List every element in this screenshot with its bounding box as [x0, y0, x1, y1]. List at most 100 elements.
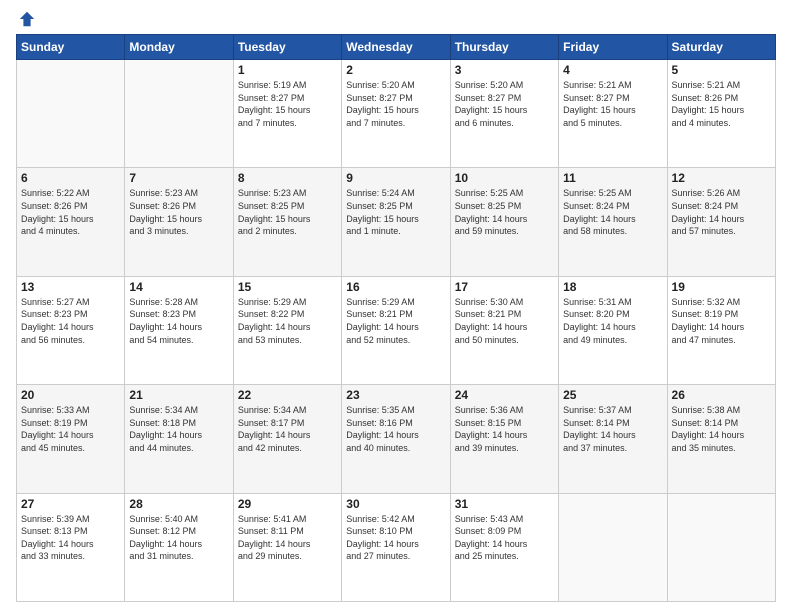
day-number: 3	[455, 63, 554, 77]
calendar-cell: 4 Sunrise: 5:21 AM Sunset: 8:27 PM Daylig…	[559, 60, 667, 168]
weekday-header-thursday: Thursday	[450, 35, 558, 60]
day-info: Sunrise: 5:43 AM Sunset: 8:09 PM Dayligh…	[455, 513, 554, 563]
day-info: Sunrise: 5:33 AM Sunset: 8:19 PM Dayligh…	[21, 404, 120, 454]
day-number: 18	[563, 280, 662, 294]
day-info: Sunrise: 5:21 AM Sunset: 8:27 PM Dayligh…	[563, 79, 662, 129]
day-info: Sunrise: 5:25 AM Sunset: 8:25 PM Dayligh…	[455, 187, 554, 237]
header	[16, 10, 776, 28]
day-info: Sunrise: 5:40 AM Sunset: 8:12 PM Dayligh…	[129, 513, 228, 563]
day-info: Sunrise: 5:29 AM Sunset: 8:21 PM Dayligh…	[346, 296, 445, 346]
calendar-cell: 10 Sunrise: 5:25 AM Sunset: 8:25 PM Dayli…	[450, 168, 558, 276]
day-info: Sunrise: 5:20 AM Sunset: 8:27 PM Dayligh…	[455, 79, 554, 129]
calendar-cell: 7 Sunrise: 5:23 AM Sunset: 8:26 PM Daylig…	[125, 168, 233, 276]
calendar-week-row: 27 Sunrise: 5:39 AM Sunset: 8:13 PM Dayli…	[17, 493, 776, 601]
calendar-cell: 23 Sunrise: 5:35 AM Sunset: 8:16 PM Dayli…	[342, 385, 450, 493]
calendar-cell: 9 Sunrise: 5:24 AM Sunset: 8:25 PM Daylig…	[342, 168, 450, 276]
calendar-week-row: 20 Sunrise: 5:33 AM Sunset: 8:19 PM Dayli…	[17, 385, 776, 493]
day-info: Sunrise: 5:36 AM Sunset: 8:15 PM Dayligh…	[455, 404, 554, 454]
day-number: 4	[563, 63, 662, 77]
weekday-header-sunday: Sunday	[17, 35, 125, 60]
weekday-header-wednesday: Wednesday	[342, 35, 450, 60]
day-info: Sunrise: 5:28 AM Sunset: 8:23 PM Dayligh…	[129, 296, 228, 346]
calendar-cell: 31Sunrise: 5:43 AM Sunset: 8:09 PM Dayli…	[450, 493, 558, 601]
day-info: Sunrise: 5:19 AM Sunset: 8:27 PM Dayligh…	[238, 79, 337, 129]
calendar-cell: 27 Sunrise: 5:39 AM Sunset: 8:13 PM Dayli…	[17, 493, 125, 601]
calendar-cell: 16Sunrise: 5:29 AM Sunset: 8:21 PM Dayli…	[342, 276, 450, 384]
calendar-cell: 13 Sunrise: 5:27 AM Sunset: 8:23 PM Dayli…	[17, 276, 125, 384]
calendar-cell: 8 Sunrise: 5:23 AM Sunset: 8:25 PM Daylig…	[233, 168, 341, 276]
day-info: Sunrise: 5:22 AM Sunset: 8:26 PM Dayligh…	[21, 187, 120, 237]
calendar-cell	[17, 60, 125, 168]
calendar-cell: 15Sunrise: 5:29 AM Sunset: 8:22 PM Dayli…	[233, 276, 341, 384]
calendar-week-row: 6 Sunrise: 5:22 AM Sunset: 8:26 PM Daylig…	[17, 168, 776, 276]
calendar-cell: 20 Sunrise: 5:33 AM Sunset: 8:19 PM Dayli…	[17, 385, 125, 493]
day-number: 9	[346, 171, 445, 185]
calendar-cell: 14 Sunrise: 5:28 AM Sunset: 8:23 PM Dayli…	[125, 276, 233, 384]
calendar-cell: 21Sunrise: 5:34 AM Sunset: 8:18 PM Dayli…	[125, 385, 233, 493]
calendar-table: SundayMondayTuesdayWednesdayThursdayFrid…	[16, 34, 776, 602]
day-info: Sunrise: 5:34 AM Sunset: 8:17 PM Dayligh…	[238, 404, 337, 454]
day-info: Sunrise: 5:35 AM Sunset: 8:16 PM Dayligh…	[346, 404, 445, 454]
day-number: 8	[238, 171, 337, 185]
day-info: Sunrise: 5:26 AM Sunset: 8:24 PM Dayligh…	[672, 187, 771, 237]
calendar-cell: 2 Sunrise: 5:20 AM Sunset: 8:27 PM Daylig…	[342, 60, 450, 168]
page: SundayMondayTuesdayWednesdayThursdayFrid…	[0, 0, 792, 612]
day-number: 6	[21, 171, 120, 185]
day-number: 23	[346, 388, 445, 402]
logo-icon	[18, 10, 36, 28]
day-number: 30	[346, 497, 445, 511]
calendar-cell: 24 Sunrise: 5:36 AM Sunset: 8:15 PM Dayli…	[450, 385, 558, 493]
calendar-cell: 3 Sunrise: 5:20 AM Sunset: 8:27 PM Daylig…	[450, 60, 558, 168]
logo	[16, 10, 36, 28]
day-number: 24	[455, 388, 554, 402]
day-info: Sunrise: 5:32 AM Sunset: 8:19 PM Dayligh…	[672, 296, 771, 346]
day-number: 29	[238, 497, 337, 511]
day-number: 7	[129, 171, 228, 185]
calendar-cell	[125, 60, 233, 168]
day-number: 21	[129, 388, 228, 402]
calendar-cell: 12 Sunrise: 5:26 AM Sunset: 8:24 PM Dayli…	[667, 168, 775, 276]
day-info: Sunrise: 5:31 AM Sunset: 8:20 PM Dayligh…	[563, 296, 662, 346]
day-info: Sunrise: 5:41 AM Sunset: 8:11 PM Dayligh…	[238, 513, 337, 563]
day-number: 15	[238, 280, 337, 294]
calendar-cell: 1 Sunrise: 5:19 AM Sunset: 8:27 PM Daylig…	[233, 60, 341, 168]
day-info: Sunrise: 5:37 AM Sunset: 8:14 PM Dayligh…	[563, 404, 662, 454]
day-info: Sunrise: 5:20 AM Sunset: 8:27 PM Dayligh…	[346, 79, 445, 129]
day-info: Sunrise: 5:39 AM Sunset: 8:13 PM Dayligh…	[21, 513, 120, 563]
day-info: Sunrise: 5:23 AM Sunset: 8:26 PM Dayligh…	[129, 187, 228, 237]
day-number: 2	[346, 63, 445, 77]
calendar-cell	[667, 493, 775, 601]
weekday-header-monday: Monday	[125, 35, 233, 60]
day-number: 13	[21, 280, 120, 294]
weekday-header-saturday: Saturday	[667, 35, 775, 60]
day-number: 19	[672, 280, 771, 294]
day-number: 14	[129, 280, 228, 294]
day-info: Sunrise: 5:42 AM Sunset: 8:10 PM Dayligh…	[346, 513, 445, 563]
day-info: Sunrise: 5:21 AM Sunset: 8:26 PM Dayligh…	[672, 79, 771, 129]
day-info: Sunrise: 5:30 AM Sunset: 8:21 PM Dayligh…	[455, 296, 554, 346]
day-info: Sunrise: 5:25 AM Sunset: 8:24 PM Dayligh…	[563, 187, 662, 237]
calendar-cell: 28Sunrise: 5:40 AM Sunset: 8:12 PM Dayli…	[125, 493, 233, 601]
day-number: 26	[672, 388, 771, 402]
day-number: 1	[238, 63, 337, 77]
calendar-cell: 22 Sunrise: 5:34 AM Sunset: 8:17 PM Dayli…	[233, 385, 341, 493]
calendar-cell: 5 Sunrise: 5:21 AM Sunset: 8:26 PM Daylig…	[667, 60, 775, 168]
calendar-cell: 18 Sunrise: 5:31 AM Sunset: 8:20 PM Dayli…	[559, 276, 667, 384]
day-number: 20	[21, 388, 120, 402]
calendar-cell: 29 Sunrise: 5:41 AM Sunset: 8:11 PM Dayli…	[233, 493, 341, 601]
day-info: Sunrise: 5:23 AM Sunset: 8:25 PM Dayligh…	[238, 187, 337, 237]
day-number: 22	[238, 388, 337, 402]
weekday-header-row: SundayMondayTuesdayWednesdayThursdayFrid…	[17, 35, 776, 60]
calendar-cell: 19 Sunrise: 5:32 AM Sunset: 8:19 PM Dayli…	[667, 276, 775, 384]
calendar-cell: 6 Sunrise: 5:22 AM Sunset: 8:26 PM Daylig…	[17, 168, 125, 276]
day-info: Sunrise: 5:27 AM Sunset: 8:23 PM Dayligh…	[21, 296, 120, 346]
day-number: 5	[672, 63, 771, 77]
day-number: 10	[455, 171, 554, 185]
day-info: Sunrise: 5:24 AM Sunset: 8:25 PM Dayligh…	[346, 187, 445, 237]
day-number: 27	[21, 497, 120, 511]
calendar-week-row: 13 Sunrise: 5:27 AM Sunset: 8:23 PM Dayli…	[17, 276, 776, 384]
calendar-cell: 17Sunrise: 5:30 AM Sunset: 8:21 PM Dayli…	[450, 276, 558, 384]
day-number: 25	[563, 388, 662, 402]
day-number: 11	[563, 171, 662, 185]
day-number: 12	[672, 171, 771, 185]
